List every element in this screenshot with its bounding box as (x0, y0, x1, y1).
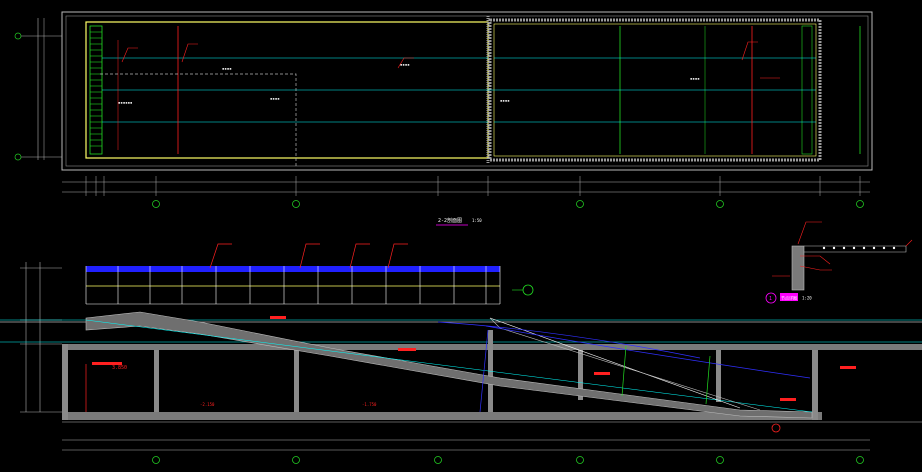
grid-bubble-icon (576, 200, 584, 208)
plan-outer-frame (61, 11, 873, 171)
svg-text:▪▪▪▪: ▪▪▪▪ (222, 66, 232, 71)
elevation-label: -1.750 (362, 402, 377, 407)
section-view: 3.850 -2.150 -1.750 (0, 243, 922, 464)
svg-text:▪▪▪▪: ▪▪▪▪ (690, 76, 700, 81)
grid-bubble-icon (152, 456, 160, 464)
column (154, 350, 159, 412)
plan-inner-frame (65, 15, 869, 167)
elevation-marker-icon (771, 423, 781, 433)
elevation-labels: 3.850 -2.150 -1.750 (112, 365, 377, 407)
grid-bubble-icon (152, 200, 160, 208)
cad-drawing-canvas: ▪▪▪▪ ▪▪▪▪ ▪▪▪▪ ▪▪▪▪ ▪▪▪▪ ▪▪▪▪▪▪ 2-2剖面图 1… (0, 0, 922, 468)
grid-bubble-icon (14, 32, 22, 40)
svg-text:▪▪▪▪▪▪: ▪▪▪▪▪▪ (118, 100, 132, 105)
detail-title: 节点详图 (781, 295, 797, 301)
section-title: 2-2剖面图 1:50 (436, 217, 482, 226)
ramp-slab (85, 311, 813, 419)
elevation-label: 3.850 (112, 365, 127, 371)
detail-bubble-number: 1 (769, 296, 772, 302)
grid-bubble-icon (434, 456, 442, 464)
column (716, 350, 721, 402)
bottom-slab (62, 412, 822, 420)
grid-bubble-icon (856, 200, 864, 208)
svg-text:▪▪▪▪: ▪▪▪▪ (500, 98, 510, 103)
grid-bubble-icon (576, 456, 584, 464)
column (812, 350, 818, 420)
canopy (85, 266, 501, 305)
elevation-label: -2.150 (200, 402, 215, 407)
plan-grid-bubbles (152, 200, 864, 208)
section-title-scale: 1:50 (472, 218, 482, 223)
plan-slope-hatch (89, 25, 103, 155)
detail-scale: 1:20 (802, 296, 812, 301)
grid-bubble-icon (292, 456, 300, 464)
grid-bubble-icon (716, 456, 724, 464)
section-title-label: 2-2剖面图 (438, 217, 462, 224)
column (62, 344, 68, 420)
column (294, 350, 299, 412)
grid-bubble-icon (14, 153, 22, 161)
svg-text:▪▪▪▪: ▪▪▪▪ (270, 96, 280, 101)
cad-drawing: ▪▪▪▪ ▪▪▪▪ ▪▪▪▪ ▪▪▪▪ ▪▪▪▪ ▪▪▪▪▪▪ 2-2剖面图 1… (0, 11, 922, 464)
svg-text:▪▪▪▪: ▪▪▪▪ (400, 62, 410, 67)
node-detail: 1 节点详图 1:20 (765, 221, 913, 304)
section-grid-bubbles (152, 456, 864, 464)
grid-bubble-icon (292, 200, 300, 208)
plan-view: ▪▪▪▪ ▪▪▪▪ ▪▪▪▪ ▪▪▪▪ ▪▪▪▪ ▪▪▪▪▪▪ (14, 11, 873, 208)
grid-bubble-icon (856, 456, 864, 464)
section-marker-icon (522, 284, 534, 296)
grid-bubble-icon (716, 200, 724, 208)
